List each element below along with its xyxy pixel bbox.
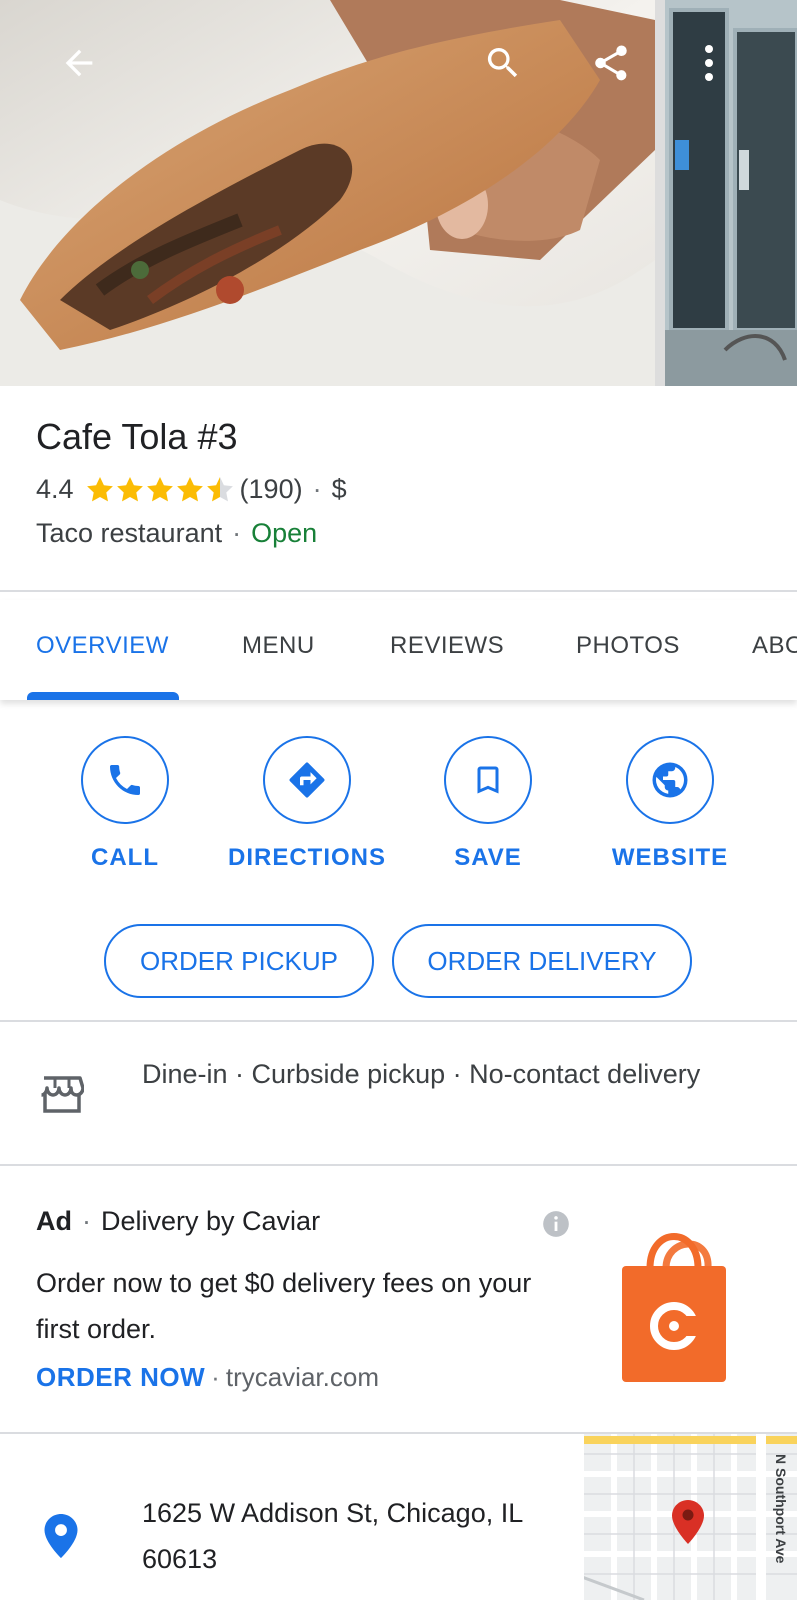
- map-street-label: N Southport Ave: [773, 1454, 789, 1564]
- order-delivery-button[interactable]: ORDER DELIVERY: [392, 924, 692, 998]
- price-level: $: [331, 474, 347, 504]
- tab-menu[interactable]: MENU: [242, 632, 315, 660]
- tab-overview[interactable]: OVERVIEW: [36, 632, 169, 660]
- storefront-photo[interactable]: [665, 0, 797, 386]
- save-button[interactable]: SAVE: [398, 736, 578, 872]
- star-icon: [176, 476, 203, 501]
- storefront-icon: [40, 1074, 85, 1119]
- tab-reviews[interactable]: REVIEWS: [390, 632, 504, 660]
- directions-icon: [263, 736, 351, 824]
- divider: [0, 590, 797, 592]
- order-pickup-button[interactable]: ORDER PICKUP: [104, 924, 374, 998]
- ad-body: Order now to get $0 delivery fees on you…: [36, 1268, 532, 1344]
- photo-header: [0, 0, 797, 386]
- rating-value: 4.4: [36, 474, 74, 504]
- star-half-icon: [206, 476, 233, 501]
- location-pin-icon: [44, 1514, 78, 1563]
- website-label: WEBSITE: [611, 844, 729, 871]
- rating-row[interactable]: 4.4 (190) · $: [36, 474, 347, 505]
- website-button[interactable]: WEBSITE: [580, 736, 760, 872]
- address-row[interactable]: 1625 W Addison St, Chicago, IL 60613 N S…: [0, 1434, 797, 1600]
- tab-photos[interactable]: PHOTOS: [576, 632, 680, 660]
- service-options-row[interactable]: Dine-in · Curbside pickup · No-contact d…: [0, 1022, 797, 1162]
- place-title: Cafe Tola #3: [36, 416, 238, 457]
- directions-button[interactable]: DIRECTIONS: [217, 736, 397, 872]
- back-icon[interactable]: [54, 38, 104, 88]
- search-icon[interactable]: [478, 38, 528, 88]
- category-label: Taco restaurant: [36, 518, 223, 548]
- service-options-text: Dine-in · Curbside pickup · No-contact d…: [142, 1059, 701, 1089]
- address-text: 1625 W Addison St, Chicago, IL 60613: [142, 1498, 523, 1574]
- call-button[interactable]: CALL: [35, 736, 215, 872]
- share-icon[interactable]: [586, 38, 636, 88]
- bookmark-icon: [444, 736, 532, 824]
- star-icon: [86, 476, 113, 501]
- tab-bar: OVERVIEW MENU REVIEWS PHOTOS ABO: [0, 600, 797, 700]
- review-count: (190): [239, 474, 303, 504]
- ad-tag: Ad: [36, 1206, 72, 1236]
- star-icon: [146, 476, 173, 501]
- ad-title: Delivery by Caviar: [101, 1206, 321, 1236]
- tab-about[interactable]: ABO: [752, 632, 797, 660]
- star-rating: [86, 476, 234, 504]
- star-icon: [116, 476, 143, 501]
- more-options-icon[interactable]: [692, 38, 726, 88]
- active-tab-indicator: [27, 692, 179, 700]
- map-thumbnail[interactable]: N Southport Ave: [584, 1434, 797, 1600]
- ad-card[interactable]: Ad · Delivery by Caviar Order now to get $…: [0, 1166, 797, 1432]
- save-label: SAVE: [454, 844, 522, 871]
- phone-icon: [81, 736, 169, 824]
- ad-domain: trycaviar.com: [225, 1362, 379, 1392]
- globe-icon: [626, 736, 714, 824]
- caviar-logo: [622, 1212, 726, 1387]
- directions-label: DIRECTIONS: [227, 844, 386, 871]
- order-now-link[interactable]: ORDER NOW: [36, 1362, 205, 1392]
- info-icon[interactable]: [542, 1210, 570, 1243]
- ad-footer: ORDER NOW · trycaviar.com: [36, 1362, 379, 1392]
- category-row: Taco restaurant · Open: [36, 518, 318, 548]
- ad-header: Ad · Delivery by Caviar: [36, 1206, 321, 1236]
- open-status: Open: [251, 518, 318, 548]
- call-label: CALL: [91, 844, 159, 871]
